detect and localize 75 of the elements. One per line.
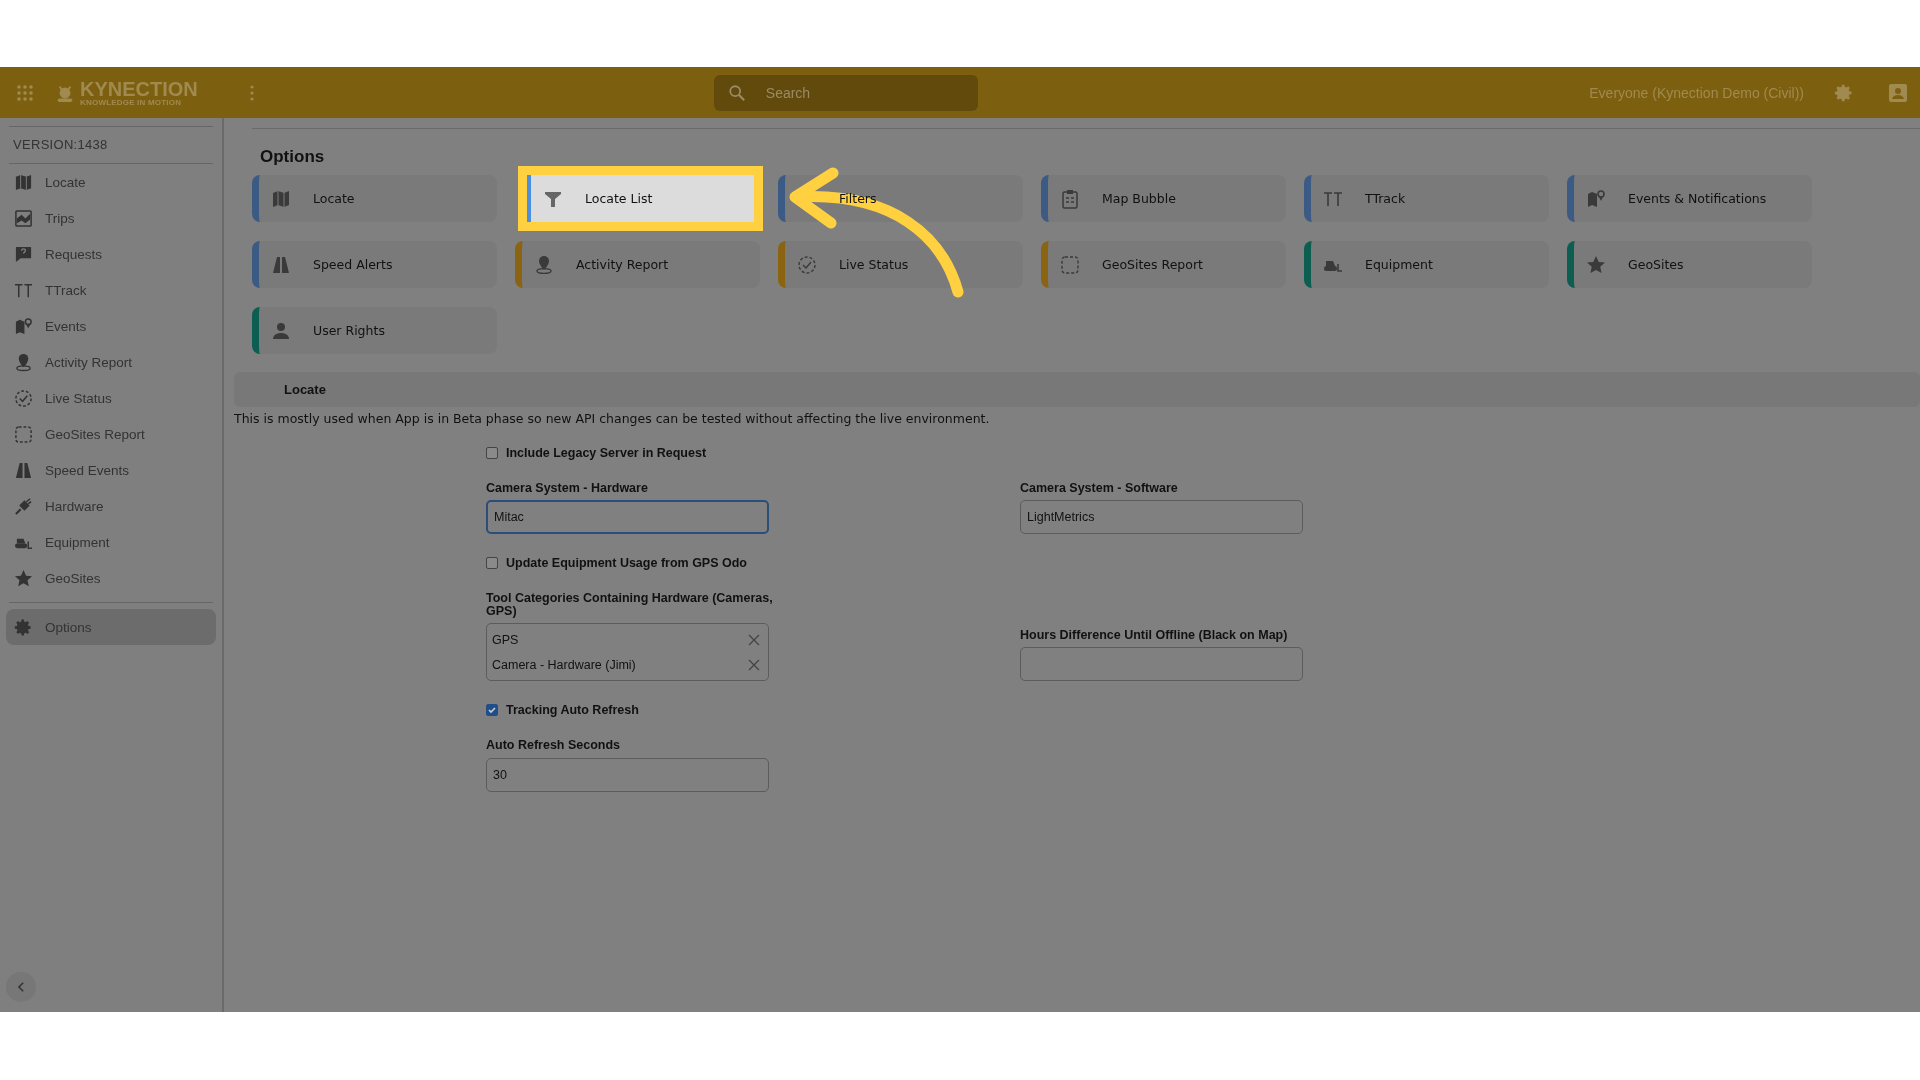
sidebar-item[interactable]: Trips	[6, 200, 216, 236]
input-field[interactable]: Mitac	[486, 500, 769, 535]
events-icon	[1586, 188, 1606, 209]
more-menu-icon[interactable]	[249, 84, 254, 101]
sidebar-item[interactable]: Activity Report	[6, 344, 216, 380]
settings-icon[interactable]	[1834, 82, 1854, 103]
checkbox[interactable]	[486, 704, 498, 717]
account-icon[interactable]	[1888, 82, 1908, 103]
remove-icon[interactable]	[748, 633, 760, 646]
apps-grid-icon[interactable]	[16, 83, 34, 102]
request-icon	[14, 244, 33, 264]
option-card[interactable]: GeoSites Report	[1041, 241, 1286, 288]
sidebar-item[interactable]: Speed Events	[6, 452, 216, 488]
version-label: VERSION:1438	[12, 136, 109, 154]
option-card[interactable]: Locate	[252, 175, 497, 222]
star-icon	[1586, 254, 1606, 275]
field-label: Camera System - Hardware	[486, 482, 649, 496]
plug-icon	[14, 496, 33, 516]
sidebar-item[interactable]: Requests	[6, 236, 216, 272]
search-icon	[727, 83, 746, 102]
input-field[interactable]: LightMetrics	[1020, 500, 1303, 535]
sidebar-item[interactable]: Locate	[6, 164, 216, 200]
option-card[interactable]: Activity Report	[515, 241, 760, 288]
option-card[interactable]: GeoSites	[1567, 241, 1812, 288]
multi-select-field[interactable]: GPS Camera - Hardware (Jimi)	[486, 623, 769, 682]
checkbox-label: Tracking Auto Refresh	[506, 703, 639, 718]
logo-tagline: KNOWLEDGE IN MOTION	[80, 98, 183, 107]
option-card[interactable]: Map Bubble	[1041, 175, 1286, 222]
sidebar-item[interactable]: GeoSites Report	[6, 416, 216, 452]
field-label: Hours Difference Until Offline (Black on Map)	[1020, 629, 1289, 643]
dashed-icon	[1060, 254, 1080, 275]
field-label: Camera System - Software	[1020, 482, 1179, 496]
checkbox[interactable]	[486, 557, 498, 570]
checkbox[interactable]	[486, 447, 498, 459]
option-card[interactable]: TTrack	[1304, 175, 1549, 222]
pin-icon	[534, 254, 554, 275]
option-card[interactable]: User Rights	[252, 307, 497, 354]
selected-tag: Camera - Hardware (Jimi)	[492, 657, 636, 672]
option-card[interactable]: Events & Notifications	[1567, 175, 1812, 222]
map-icon	[271, 188, 291, 209]
sidebar-item[interactable]: Options	[6, 609, 216, 645]
input-field[interactable]	[1020, 647, 1303, 682]
road-icon	[14, 460, 33, 480]
sidebar-item[interactable]: TTrack	[6, 272, 216, 308]
sidebar-item[interactable]: GeoSites	[6, 560, 216, 596]
sidebar-item[interactable]: Events	[6, 308, 216, 344]
section-description: This is mostly used when App is in Beta phase so new API changes can be tested without affecting the live environment.	[234, 411, 991, 426]
person-icon	[271, 320, 291, 341]
field-label: Auto Refresh Seconds	[486, 739, 622, 753]
logo-wordmark: KYNECTION	[80, 78, 198, 99]
checkbox-label: Include Legacy Server in Request	[506, 446, 707, 460]
road-icon	[271, 254, 291, 275]
field-label: Tool Categories Containing Hardware (Cameras, GPS)	[486, 592, 774, 619]
options-title: Options	[260, 147, 326, 167]
chevron-left-icon	[16, 981, 26, 993]
checkbox-label: Update Equipment Usage from GPS Odo	[506, 556, 747, 571]
sidebar-item[interactable]: Equipment	[6, 524, 216, 560]
sidebar-item[interactable]: Hardware	[6, 488, 216, 524]
search-field[interactable]: Search	[713, 74, 978, 111]
dashed-icon	[14, 424, 33, 444]
sidebar-item[interactable]: Live Status	[6, 380, 216, 416]
pin-icon	[14, 352, 33, 372]
option-card[interactable]: Speed Alerts	[252, 241, 497, 288]
events-icon	[14, 316, 33, 336]
input-field[interactable]: 30	[486, 757, 769, 792]
selected-tag: GPS	[492, 632, 519, 647]
section-title: Locate	[284, 382, 326, 397]
gear-icon	[14, 617, 33, 637]
map-icon	[14, 172, 33, 192]
option-card[interactable]: Live Status	[778, 241, 1023, 288]
collapse-button[interactable]	[6, 972, 36, 1002]
option-card[interactable]: Equipment	[1304, 241, 1549, 288]
remove-icon[interactable]	[748, 658, 760, 671]
clipboard-icon	[1060, 188, 1080, 209]
star-icon	[14, 568, 33, 588]
